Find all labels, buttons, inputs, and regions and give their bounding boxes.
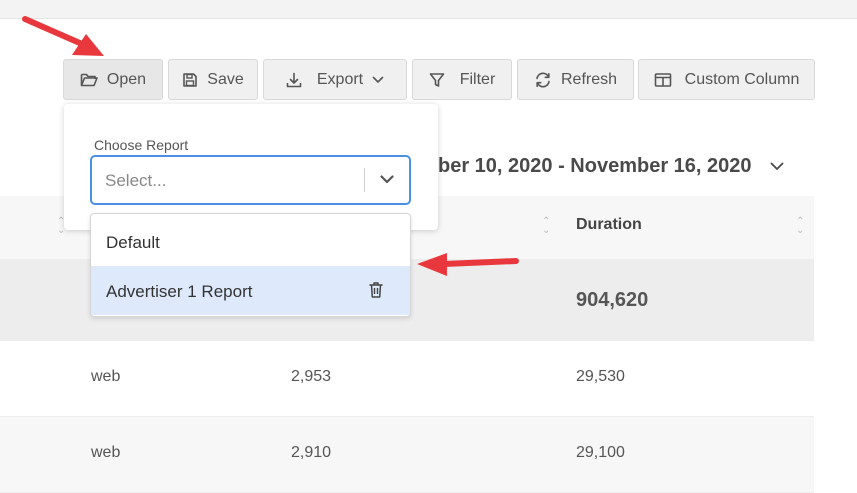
open-button[interactable]: Open bbox=[63, 59, 163, 100]
chevron-down-icon bbox=[770, 162, 783, 170]
cell-platform: web bbox=[91, 444, 121, 461]
refresh-button[interactable]: Refresh bbox=[517, 59, 634, 100]
total-duration: 904,620 bbox=[576, 289, 649, 311]
report-select[interactable]: Select... bbox=[90, 155, 411, 205]
trash-icon[interactable] bbox=[368, 281, 384, 299]
save-button[interactable]: Save bbox=[168, 59, 258, 100]
report-option-advertiser-1[interactable]: Advertiser 1 Report bbox=[91, 266, 410, 315]
export-button-label: Export bbox=[316, 70, 364, 88]
custom-column-button-label: Custom Column bbox=[684, 70, 800, 88]
date-range-text: ber 10, 2020 - November 16, 2020 bbox=[438, 154, 752, 177]
floppy-disk-icon bbox=[183, 72, 198, 87]
save-button-label: Save bbox=[207, 70, 244, 88]
chevron-down-icon bbox=[372, 76, 384, 83]
table-row: web 2,953 29,530 bbox=[0, 341, 814, 417]
export-button[interactable]: Export bbox=[263, 59, 407, 100]
open-report-panel: Choose Report Select... bbox=[64, 104, 438, 230]
report-option-label: Advertiser 1 Report bbox=[106, 282, 253, 301]
funnel-icon bbox=[429, 72, 445, 87]
cell-count: 2,953 bbox=[291, 368, 332, 385]
columns-icon bbox=[654, 72, 671, 87]
column-header-duration[interactable]: Duration bbox=[576, 216, 642, 234]
refresh-button-label: Refresh bbox=[560, 70, 618, 88]
refresh-icon bbox=[536, 72, 550, 87]
folder-open-icon bbox=[80, 73, 98, 86]
cell-duration: 29,100 bbox=[576, 444, 625, 461]
report-options-menu: Default Advertiser 1 Report bbox=[90, 213, 411, 317]
choose-report-label: Choose Report bbox=[94, 137, 189, 153]
open-button-label: Open bbox=[106, 70, 147, 88]
top-bar bbox=[0, 0, 857, 19]
cell-count: 2,910 bbox=[291, 444, 332, 461]
cell-platform: web bbox=[91, 368, 121, 385]
report-option-label: Default bbox=[106, 233, 160, 252]
filter-button-label: Filter bbox=[459, 70, 496, 88]
report-option-default[interactable]: Default bbox=[91, 217, 410, 266]
report-select-placeholder: Select... bbox=[105, 171, 167, 190]
sort-icon[interactable]: ⌃ ⌄ bbox=[796, 217, 804, 236]
date-range-picker[interactable]: ber 10, 2020 - November 16, 2020 bbox=[438, 152, 784, 180]
table-row: web 2,910 29,100 bbox=[0, 417, 814, 493]
custom-column-button[interactable]: Custom Column bbox=[638, 59, 815, 100]
download-icon bbox=[286, 72, 302, 87]
cell-duration: 29,530 bbox=[576, 368, 625, 385]
sort-icon[interactable]: ⌃ ⌄ bbox=[542, 217, 550, 236]
filter-button[interactable]: Filter bbox=[412, 59, 512, 100]
select-separator bbox=[364, 168, 365, 192]
chevron-down-icon[interactable] bbox=[379, 171, 395, 187]
